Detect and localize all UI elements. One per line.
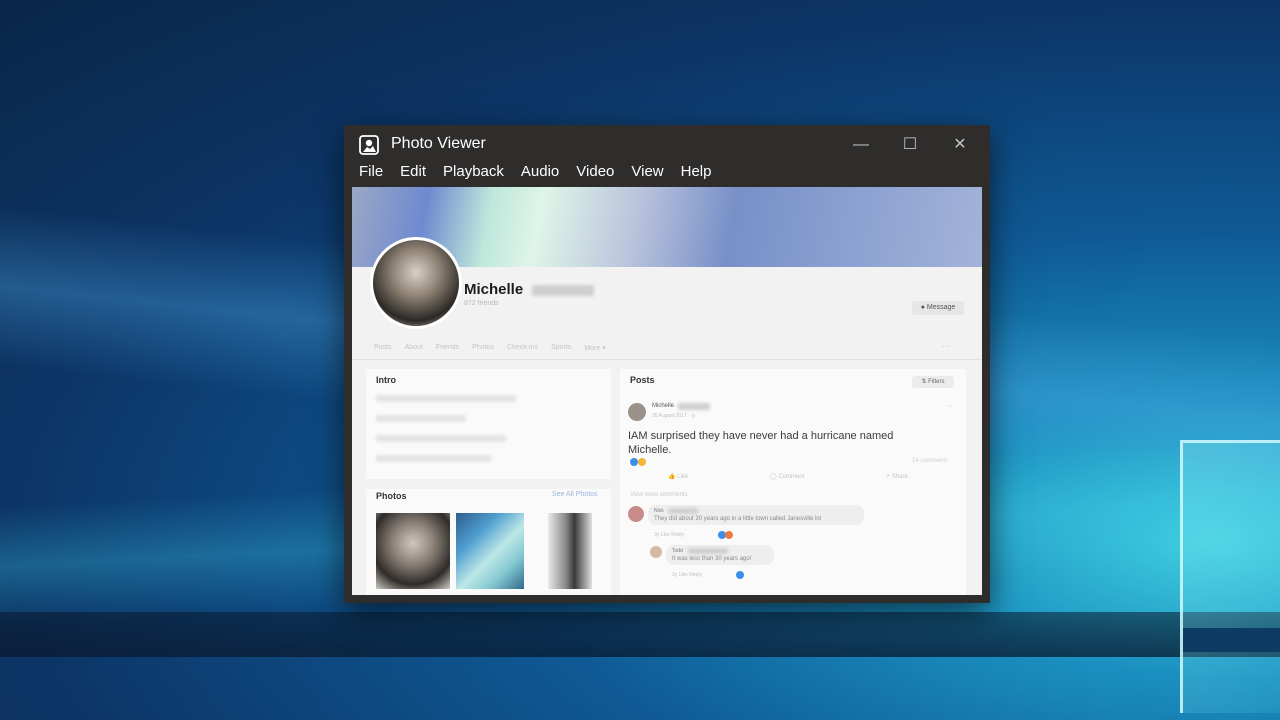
haha-reaction-icon: [638, 458, 646, 466]
redacted-surname: [668, 508, 698, 514]
message-button: ● Message: [912, 301, 964, 315]
view-more-comments: View more comments: [630, 492, 688, 498]
posts-title: Posts: [630, 375, 655, 385]
post-author: Michelle: [652, 403, 675, 409]
intro-line: [376, 435, 506, 442]
comment-label: Comment: [778, 474, 805, 480]
message-label: Message: [926, 304, 956, 311]
friends-count: 872 friends: [464, 300, 499, 307]
intro-card: Intro: [366, 369, 611, 479]
redacted-surname: [532, 285, 594, 296]
image-canvas[interactable]: Michelle 872 friends ● Message Posts Abo…: [352, 187, 982, 595]
intro-line: [376, 395, 516, 402]
tab-posts: Posts: [374, 344, 392, 351]
desktop-shadow-band: [0, 612, 1280, 657]
photos-card: Photos See All Photos: [366, 489, 611, 595]
comment-avatar: [628, 506, 644, 522]
menu-view[interactable]: View: [631, 163, 663, 187]
close-button[interactable]: ✕: [945, 133, 975, 157]
menu-audio[interactable]: Audio: [521, 163, 559, 187]
tab-about: About: [404, 344, 423, 351]
see-all-photos-link: See All Photos: [552, 491, 598, 498]
menu-playback[interactable]: Playback: [443, 163, 504, 187]
like-reaction-icon: [736, 571, 744, 579]
intro-title: Intro: [376, 375, 396, 385]
windows-logo: [1180, 440, 1280, 713]
like-action: 👍 Like: [668, 474, 689, 480]
intro-line: [376, 415, 466, 422]
redacted-surname: [678, 403, 710, 410]
like-reaction-icon: [630, 458, 638, 466]
tab-check-ins: Check-ins: [506, 344, 539, 351]
photo-viewer-window: Photo Viewer — ☐ ✕ File Edit Playback Au…: [344, 125, 990, 603]
photo-thumbnail: [548, 513, 592, 589]
post-options-icon: ···: [946, 403, 953, 410]
tab-more: More ▾: [584, 345, 606, 352]
comment-author: Nick: [654, 508, 664, 514]
reply-meta: 3y Like Reply: [672, 572, 703, 578]
menu-help[interactable]: Help: [681, 163, 712, 187]
photo-thumbnail: [456, 513, 524, 589]
photo-viewer-app-icon: [359, 135, 379, 155]
photo-thumbnail: [376, 513, 450, 589]
tab-photos: Photos: [472, 344, 494, 351]
post-date: 26 August 2017 · ◎: [652, 413, 696, 419]
menu-edit[interactable]: Edit: [400, 163, 426, 187]
menu-video[interactable]: Video: [576, 163, 614, 187]
profile-tabs: Posts About Friends Photos Check-ins Spo…: [374, 344, 606, 352]
post-text: IAM surprised they have never had a hurr…: [628, 430, 894, 456]
menu-file[interactable]: File: [359, 163, 383, 187]
photos-title: Photos: [376, 491, 407, 501]
profile-name: Michelle: [464, 281, 524, 298]
comment-meta: 3y Like Reply: [654, 532, 685, 538]
intro-line: [376, 455, 491, 462]
window-title: Photo Viewer: [391, 135, 486, 152]
share-action: ↗ Share: [885, 474, 908, 480]
minimize-button[interactable]: —: [846, 133, 876, 157]
reply-avatar: [650, 546, 662, 558]
maximize-button[interactable]: ☐: [895, 133, 925, 157]
tabs-more-icon: ···: [942, 341, 951, 351]
love-reaction-icon: [725, 531, 733, 539]
comment-text: They did about 30 years ago in a little …: [654, 516, 822, 522]
share-label: Share: [891, 474, 908, 480]
tab-sports: Sports: [551, 344, 572, 351]
profile-avatar: [370, 237, 462, 329]
menu-bar: File Edit Playback Audio Video View Help: [359, 163, 711, 187]
like-label: Like: [677, 474, 689, 480]
reply-author: Todd: [672, 548, 683, 554]
title-bar[interactable]: Photo Viewer — ☐ ✕: [344, 125, 990, 165]
comment-action: ◯ Comment: [770, 474, 805, 480]
redacted-surname: [688, 548, 728, 554]
tab-friends: Friends: [435, 344, 460, 351]
filters-button: ⇅ Filters: [912, 376, 954, 388]
reply-text: It was less than 30 years ago!: [672, 556, 752, 562]
post-author-avatar: [628, 403, 646, 421]
divider: [352, 359, 982, 360]
comments-count: 14 comments: [912, 458, 949, 464]
posts-card: Posts ⇅ Filters Michelle 26 August 2017 …: [620, 369, 966, 595]
